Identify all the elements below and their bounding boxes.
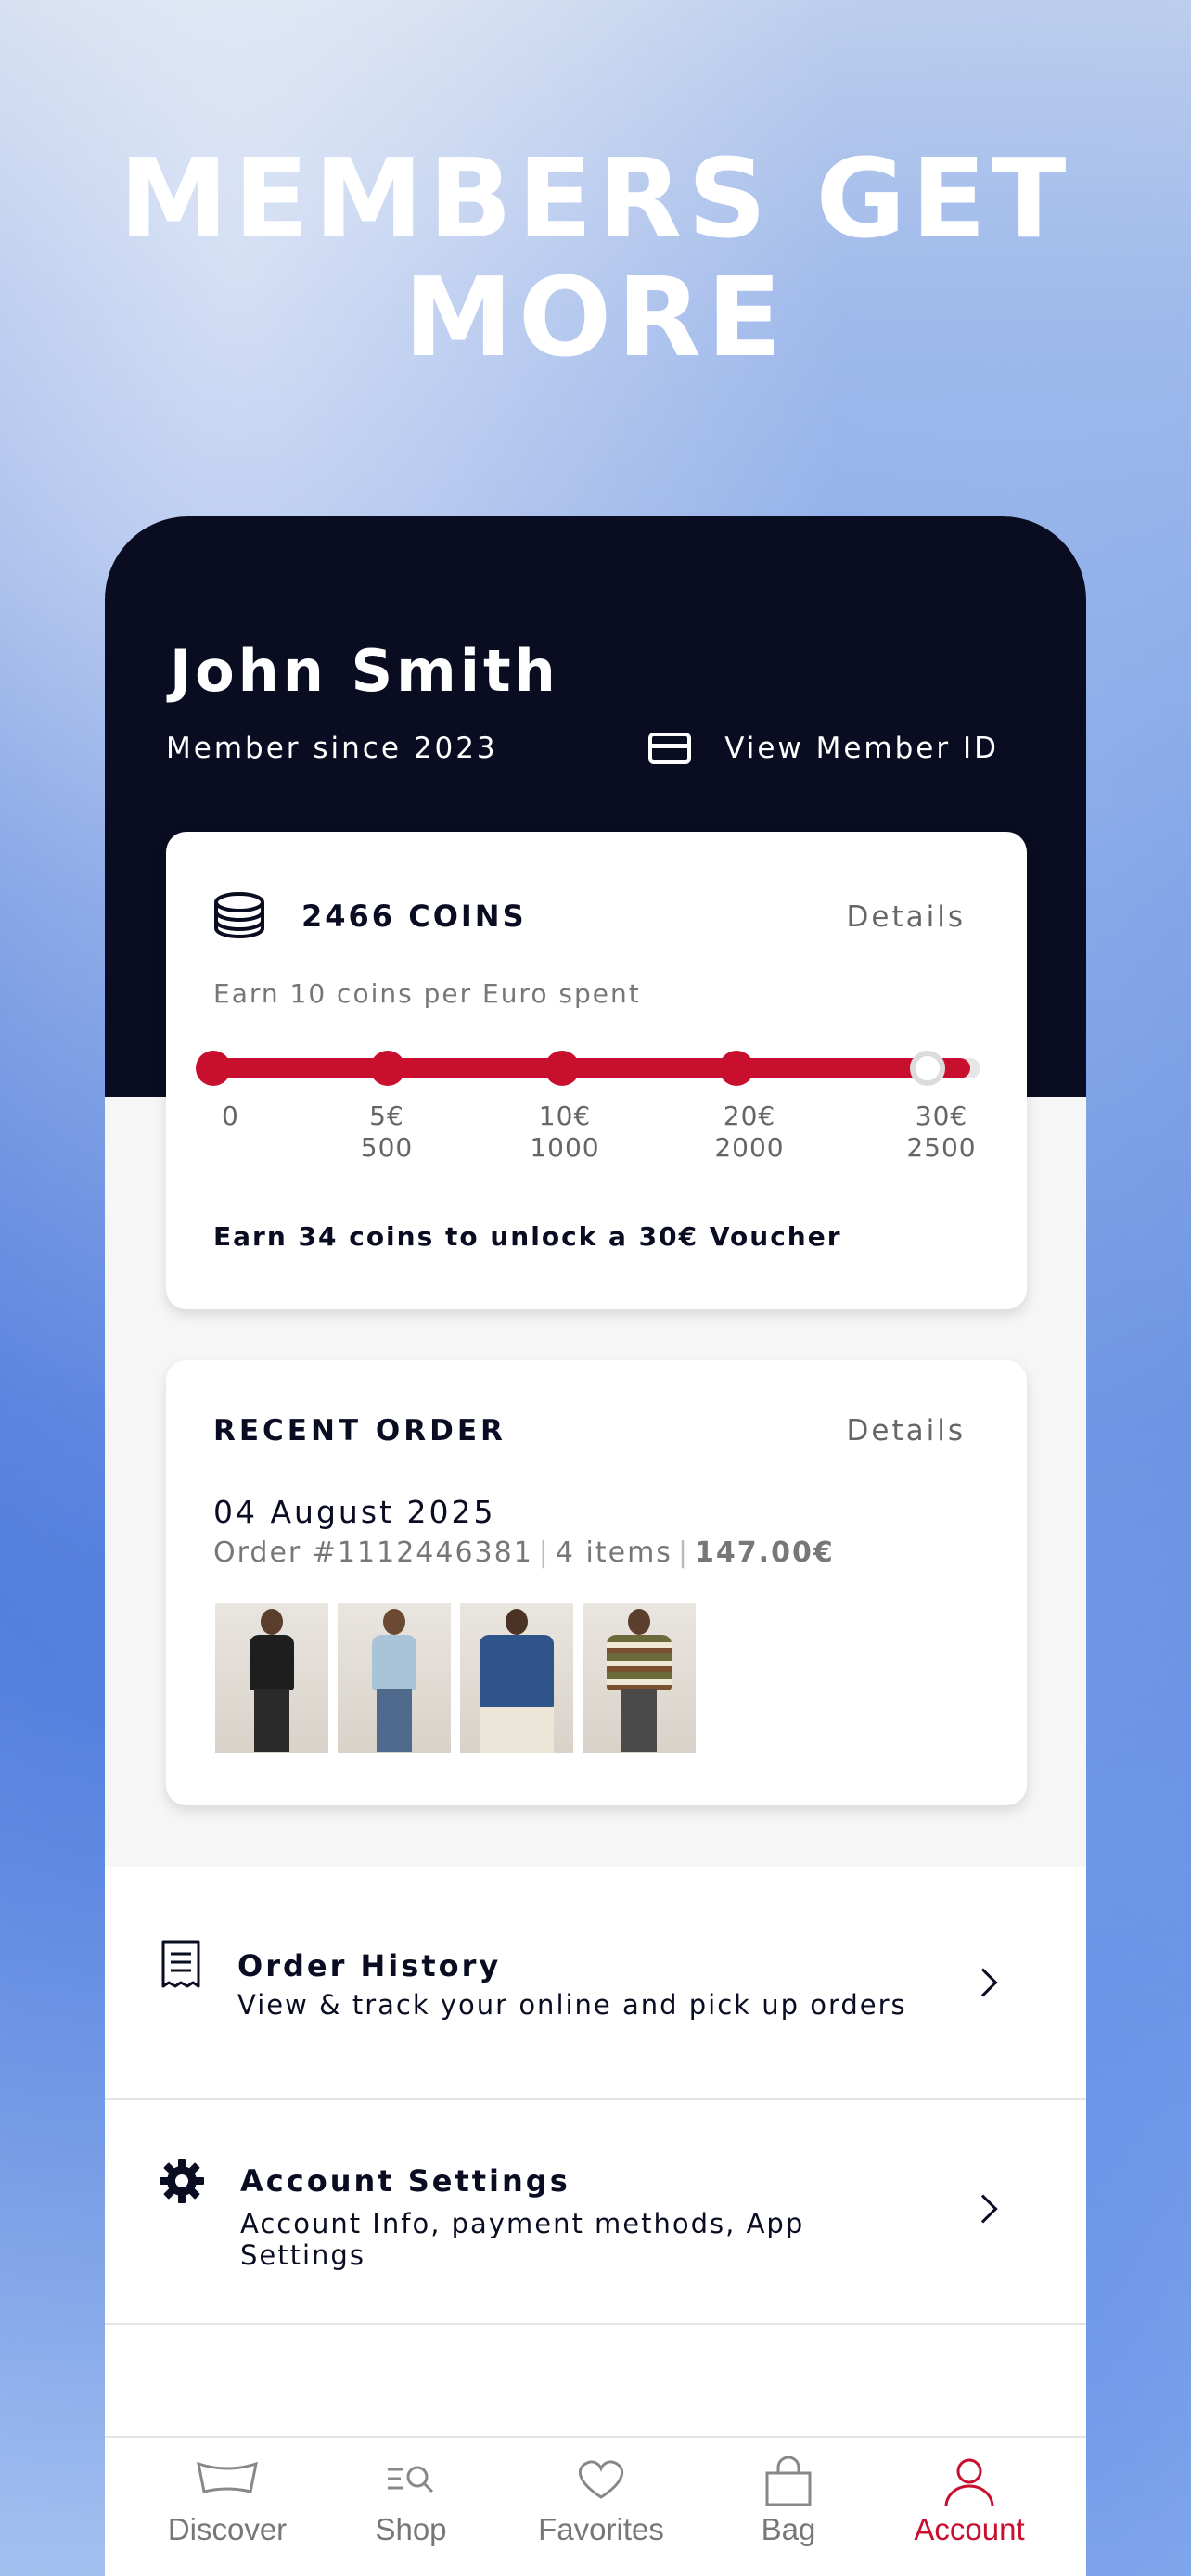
product-thumbnail[interactable] [338, 1603, 451, 1753]
account-settings-row[interactable]: Account Settings Account Info, payment m… [105, 2100, 1086, 2325]
tab-shop[interactable]: Shop [318, 2456, 504, 2547]
tab-label: Bag [761, 2512, 816, 2546]
member-since: Member since 2023 [166, 732, 498, 765]
bottom-tab-bar: Discover Shop Favorites Bag Account [105, 2436, 1086, 2576]
order-history-subtitle: View & track your online and pick up ord… [237, 1989, 907, 2021]
milestone-label: 30€ 2500 [906, 1101, 977, 1163]
order-item-count: 4 items [555, 1537, 672, 1569]
coins-earn-rate: Earn 10 coins per Euro spent [213, 978, 641, 1009]
milestone-label: 5€ 500 [360, 1101, 414, 1163]
order-total: 147.00€ [695, 1537, 835, 1569]
order-history-title: Order History [237, 1948, 502, 1983]
milestone-label: 20€ 2000 [714, 1101, 785, 1163]
order-history-row[interactable]: Order History View & track your online a… [105, 1867, 1086, 2100]
milestone-dot [719, 1051, 754, 1086]
coins-progress-bar [196, 1051, 980, 1086]
bag-icon [765, 2456, 812, 2506]
account-card: John Smith Member since 2023 View Member… [105, 516, 1086, 2576]
recent-order-title: RECENT ORDER [213, 1414, 506, 1447]
order-number: Order #1112446381 [213, 1537, 533, 1569]
chevron-right-icon [968, 2194, 998, 2224]
tab-label: Account [914, 2512, 1025, 2546]
milestone-dot [544, 1051, 580, 1086]
order-date: 04 August 2025 [213, 1494, 496, 1530]
gear-icon [160, 2159, 204, 2203]
tab-favorites[interactable]: Favorites [508, 2456, 694, 2547]
voucher-unlock-message: Earn 34 coins to unlock a 30€ Voucher [213, 1221, 842, 1252]
hero-headline: MEMBERS GET MORE [0, 139, 1191, 376]
heart-icon [578, 2460, 624, 2499]
hero-line-2: MORE [403, 253, 788, 381]
product-thumbnail[interactable] [583, 1603, 696, 1753]
coins-details-link[interactable]: Details [847, 900, 966, 934]
milestone-label: 10€ 1000 [530, 1101, 600, 1163]
recent-order-panel[interactable]: RECENT ORDER Details 04 August 2025 Orde… [166, 1360, 1027, 1805]
member-name: John Smith [170, 637, 559, 705]
product-thumbnail[interactable] [460, 1603, 573, 1753]
chevron-right-icon [968, 1968, 998, 1997]
tab-label: Favorites [538, 2512, 664, 2546]
card-icon [648, 733, 692, 764]
hero-line-1: MEMBERS GET [119, 134, 1072, 262]
coins-panel: 2466 COINS Details Earn 10 coins per Eur… [166, 832, 1027, 1309]
tab-account[interactable]: Account [877, 2456, 1062, 2547]
milestone-dot [196, 1051, 231, 1086]
view-member-id-label: View Member ID [724, 732, 999, 765]
person-icon [944, 2458, 994, 2507]
coins-icon [214, 892, 264, 939]
tab-label: Discover [167, 2512, 288, 2546]
jeans-tag-icon [197, 2461, 258, 2493]
milestone-label: 0 [222, 1101, 239, 1131]
tab-label: Shop [375, 2512, 447, 2546]
coins-progress-fill [213, 1058, 970, 1078]
product-thumbnail[interactable] [215, 1603, 328, 1753]
view-member-id-button[interactable]: View Member ID [648, 732, 999, 765]
order-details-link[interactable]: Details [847, 1414, 966, 1447]
tab-bag[interactable]: Bag [696, 2456, 881, 2547]
milestone-dot-locked [910, 1051, 945, 1086]
receipt-icon [161, 1940, 200, 1988]
order-meta: Order #1112446381 | 4 items | 147.00€ [213, 1537, 835, 1569]
tab-discover[interactable]: Discover [134, 2456, 320, 2547]
search-list-icon [388, 2466, 434, 2493]
order-item-thumbnails [215, 1603, 696, 1753]
coins-balance: 2466 COINS [301, 899, 527, 934]
account-settings-title: Account Settings [240, 2163, 570, 2199]
account-settings-subtitle: Account Info, payment methods, App Setti… [240, 2208, 805, 2271]
milestone-dot [370, 1051, 405, 1086]
